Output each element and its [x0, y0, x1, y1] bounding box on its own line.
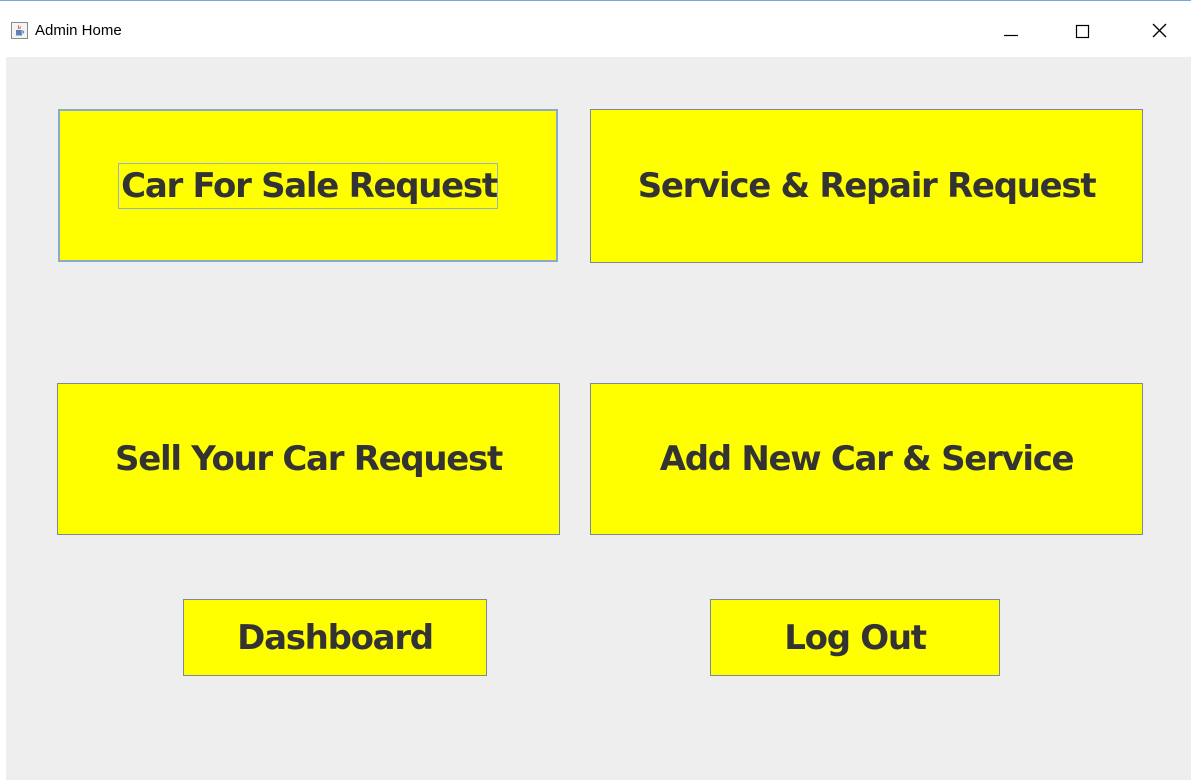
service-repair-request-label: Service & Repair Request [637, 166, 1097, 206]
dashboard-button[interactable]: Dashboard [183, 599, 487, 676]
maximize-button[interactable] [1060, 11, 1106, 51]
title-bar[interactable]: Admin Home [0, 1, 1191, 57]
add-new-car-service-button[interactable]: Add New Car & Service [590, 383, 1143, 535]
maximize-icon [1075, 24, 1090, 39]
dashboard-label: Dashboard [237, 617, 434, 658]
service-repair-request-button[interactable]: Service & Repair Request [590, 109, 1143, 263]
admin-home-window: Admin Home Car For Sale Request Service … [0, 0, 1191, 780]
close-icon [1152, 23, 1167, 38]
car-for-sale-request-label: Car For Sale Request [118, 162, 498, 209]
log-out-label: Log Out [784, 617, 927, 658]
window-title: Admin Home [35, 22, 122, 39]
log-out-button[interactable]: Log Out [710, 599, 1000, 676]
content-panel: Car For Sale Request Service & Repair Re… [6, 57, 1191, 780]
car-for-sale-request-button[interactable]: Car For Sale Request [58, 109, 558, 262]
sell-your-car-request-button[interactable]: Sell Your Car Request [57, 383, 560, 535]
add-new-car-service-label: Add New Car & Service [659, 439, 1075, 479]
close-button[interactable] [1136, 11, 1182, 51]
sell-your-car-request-label: Sell Your Car Request [115, 439, 503, 479]
java-cup-icon[interactable] [11, 22, 28, 39]
minimize-button[interactable] [994, 11, 1040, 51]
minimize-icon [1004, 34, 1018, 37]
